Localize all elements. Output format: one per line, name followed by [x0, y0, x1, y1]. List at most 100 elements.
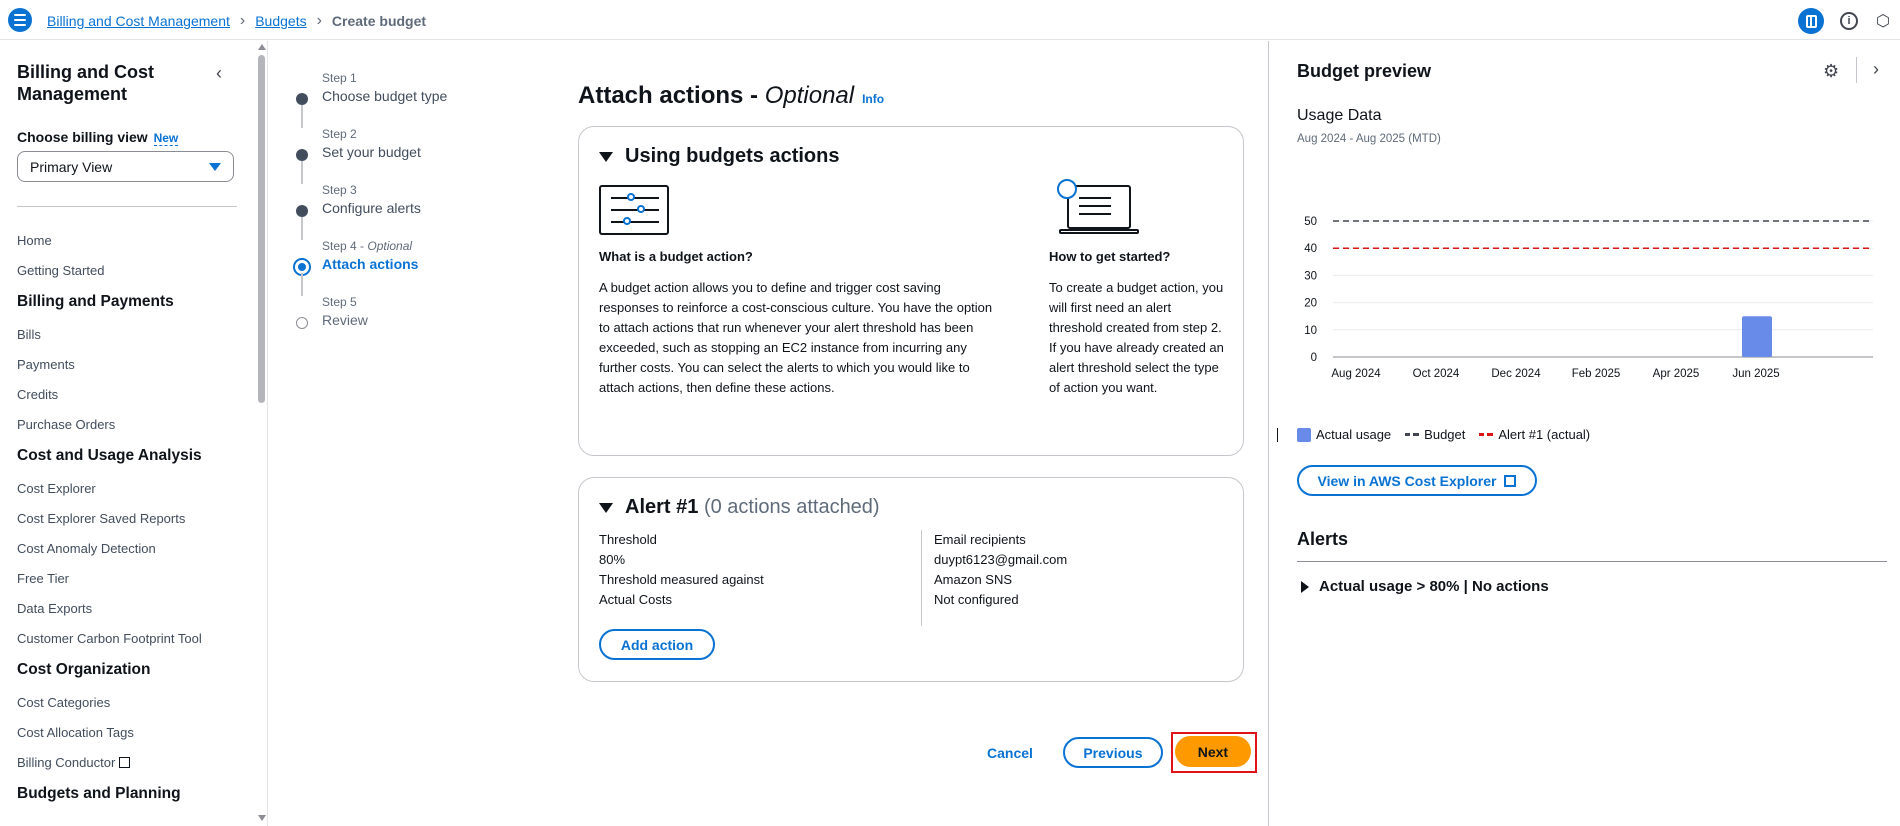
gear-icon[interactable]: ⚙ [1823, 61, 1839, 82]
nav-link[interactable]: Data Exports [17, 601, 247, 631]
wizard-steps: Step 1 Choose budget type Step 2 Set your b… [290, 70, 520, 350]
chevron-left-icon[interactable]: ‹ [216, 63, 222, 84]
email-label: Email recipients [934, 532, 1026, 547]
email-value: duypt6123@gmail.com [934, 552, 1068, 567]
threshold-label: Threshold [599, 532, 657, 547]
x-tick-label: Oct 2024 [1413, 368, 1460, 380]
alerts-title: Alerts [1297, 529, 1349, 549]
new-badge[interactable]: New [153, 131, 179, 146]
usage-chart: 0 10 20 30 40 50 Aug 2024 Oct 2024 Dec 2024 Feb 2… [1304, 216, 1873, 380]
sliders-icon [599, 185, 669, 235]
billing-view-select[interactable]: Primary View [17, 151, 234, 182]
nav-link[interactable]: Customer Carbon Footprint Tool [17, 631, 247, 661]
y-tick-label: 40 [1304, 243, 1317, 255]
breadcrumb-budgets[interactable]: Budgets [255, 13, 306, 29]
nav-link[interactable]: Bills [17, 327, 247, 357]
alert-row-toggle[interactable]: Actual usage > 80% | No actions [1301, 578, 1549, 595]
nav-link[interactable]: Cost Categories [17, 695, 247, 725]
alert-toggle[interactable]: Alert #1 (0 actions attached) [599, 496, 880, 519]
nav-link[interactable]: Free Tier [17, 571, 247, 601]
budget-actions-toggle[interactable]: Using budgets actions [599, 145, 839, 168]
page-title: Attach actions - Optional [578, 82, 855, 109]
nav-link[interactable]: Payments [17, 357, 247, 387]
step-number: Step 4 - Optional [322, 239, 413, 253]
step-indicator [296, 93, 308, 105]
split-panel-icon[interactable] [1798, 8, 1824, 34]
what-title: What is a budget action? [599, 249, 753, 264]
nav-link[interactable]: Billing Conductor [17, 755, 247, 785]
scroll-down-icon[interactable] [258, 815, 266, 821]
budget-actions-card: Using budgets actions What is a budget a… [578, 126, 1244, 456]
y-tick-label: 20 [1304, 298, 1317, 310]
nav-link[interactable]: Cost Anomaly Detection [17, 541, 247, 571]
info-icon[interactable]: i [1840, 12, 1858, 30]
wizard-step[interactable]: Step 3 Configure alerts [290, 182, 520, 240]
y-tick-label: 50 [1304, 216, 1317, 228]
legend-budget[interactable]: Budget [1405, 427, 1465, 442]
legend-alert[interactable]: Alert #1 (actual) [1479, 427, 1590, 442]
nav-link[interactable]: Cost Explorer [17, 481, 247, 511]
budget-actions-heading: Using budgets actions [625, 145, 840, 167]
breadcrumb-current: Create budget [331, 13, 427, 29]
x-tick-label: Dec 2024 [1491, 368, 1541, 380]
step-number: Step 1 [322, 71, 357, 85]
step-number: Step 5 [322, 295, 357, 309]
y-tick-label: 30 [1304, 270, 1317, 282]
chevron-right-icon[interactable]: › [1873, 59, 1879, 80]
step-label: Review [322, 312, 368, 328]
nav-divider [17, 206, 237, 207]
measured-value: Actual Costs [599, 592, 672, 607]
alert-threshold-column: Threshold 80% Threshold measured against… [599, 530, 909, 610]
cancel-button[interactable]: Cancel [987, 745, 1033, 761]
chart-legend: Actual usage Budget Alert #1 (actual) [1297, 427, 1590, 442]
step-label: Choose budget type [322, 88, 448, 104]
x-tick-label: Aug 2024 [1331, 368, 1381, 380]
panel-divider [1856, 57, 1857, 83]
nav-section-heading: Cost and Usage Analysis [17, 447, 202, 464]
settings-hex-icon[interactable]: ⬡ [1874, 12, 1892, 30]
nav-link[interactable]: Getting Started [17, 263, 247, 293]
measured-label: Threshold measured against [599, 572, 764, 587]
caret-down-icon [599, 502, 613, 513]
threshold-value: 80% [599, 552, 626, 567]
nav-section-heading: Budgets and Planning [17, 785, 181, 802]
step-number: Step 3 [322, 183, 357, 197]
external-link-icon [119, 757, 131, 768]
nav-section-heading: Billing and Payments [17, 293, 174, 310]
view-cost-explorer-button[interactable]: View in AWS Cost Explorer [1297, 465, 1537, 496]
usage-title: Usage Data [1297, 107, 1382, 124]
nav-link[interactable]: Cost Allocation Tags [17, 725, 247, 755]
add-action-button[interactable]: Add action [599, 629, 715, 660]
text-cursor [1277, 428, 1278, 442]
external-link-icon [1504, 474, 1517, 487]
menu-icon[interactable] [8, 8, 32, 32]
billing-view-label: Choose billing view New [17, 129, 179, 146]
nav-link[interactable]: Purchase Orders [17, 417, 247, 447]
nav-link[interactable]: Home [17, 233, 247, 263]
scroll-thumb[interactable] [258, 55, 265, 403]
x-tick-label: Feb 2025 [1572, 368, 1621, 380]
wizard-step: Step 4 - Optional Attach actions [290, 238, 520, 296]
nav-link[interactable]: Credits [17, 387, 247, 417]
billing-view-text: Choose billing view [17, 129, 148, 145]
x-tick-label: Jun 2025 [1732, 368, 1779, 380]
wizard-step[interactable]: Step 2 Set your budget [290, 126, 520, 184]
breadcrumb: Billing and Cost Management › Budgets › … [47, 12, 426, 30]
wizard-step[interactable]: Step 1 Choose budget type [290, 70, 520, 128]
next-button[interactable]: Next [1174, 736, 1251, 767]
nav-link[interactable]: Cost Explorer Saved Reports [17, 511, 247, 541]
nav-section-heading: Cost Organization [17, 661, 151, 678]
info-link[interactable]: Info [862, 92, 884, 106]
top-tools: i ⬡ [1798, 8, 1892, 34]
y-tick-label: 0 [1311, 352, 1317, 364]
step-indicator [296, 317, 308, 329]
nav-scrollbar[interactable] [256, 41, 267, 826]
step-number: Step 2 [322, 127, 357, 141]
breadcrumb-billing[interactable]: Billing and Cost Management [47, 13, 230, 29]
what-column: What is a budget action? A budget action… [599, 185, 1004, 398]
scroll-up-icon[interactable] [258, 44, 266, 50]
alert-card: Alert #1 (0 actions attached) Threshold … [578, 477, 1244, 682]
previous-button[interactable]: Previous [1062, 737, 1163, 768]
budget-preview-panel: Budget preview ⚙ › Usage Data Aug 2024 -… [1268, 41, 1900, 826]
legend-actual-usage[interactable]: Actual usage [1297, 427, 1391, 442]
